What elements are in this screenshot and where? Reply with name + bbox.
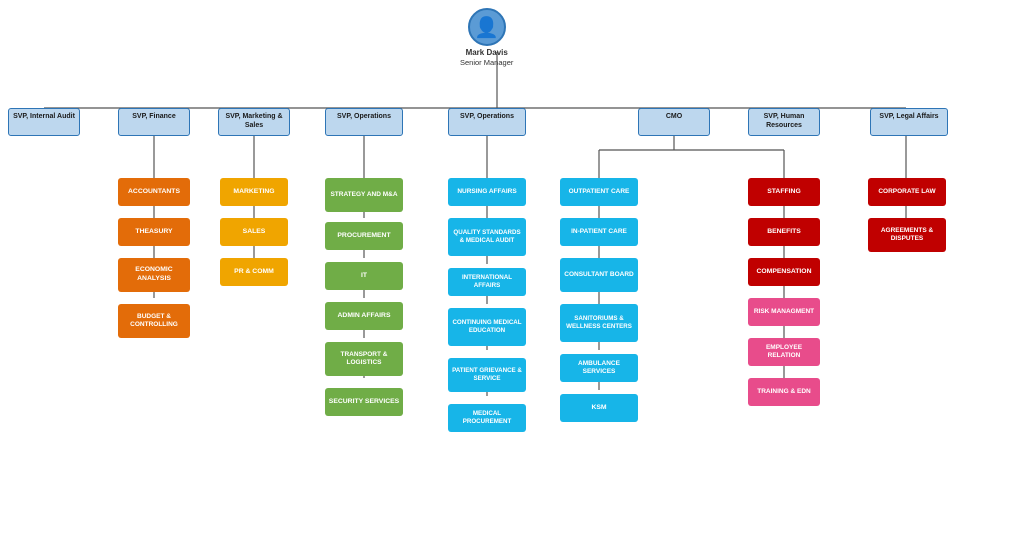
dept-budget-controlling: BUDGET & CONTROLLING xyxy=(118,304,190,338)
manager-title: Senior Manager xyxy=(460,58,513,68)
dept-patient-grievance: PATIENT GRIEVANCE & SERVICE xyxy=(448,358,526,392)
svp-ops1: SVP, Operations xyxy=(325,108,403,136)
dept-transport-logistics: TRANSPORT & LOGISTICS xyxy=(325,342,403,376)
dept-compensation: COMPENSATION xyxy=(748,258,820,286)
dept-quality-standards: QUALITY STANDARDS & MEDICAL AUDIT xyxy=(448,218,526,256)
svp-ops2: SVP, Operations xyxy=(448,108,526,136)
dept-medical-procurement: MEDICAL PROCUREMENT xyxy=(448,404,526,432)
top-label: Mark Davis Senior Manager xyxy=(460,48,513,68)
dept-strategy-ma: STRATEGY AND M&A xyxy=(325,178,403,212)
svp-finance: SVP, Finance xyxy=(118,108,190,136)
dept-staffing: STAFFING xyxy=(748,178,820,206)
dept-accountants: ACCOUNTANTS xyxy=(118,178,190,206)
dept-benefits: BENEFITS xyxy=(748,218,820,246)
manager-name: Mark Davis xyxy=(460,48,513,58)
svp-hr: SVP, Human Resources xyxy=(748,108,820,136)
dept-continuing-medical: CONTINUING MEDICAL EDUCATION xyxy=(448,308,526,346)
person-icon: 👤 xyxy=(474,15,499,40)
svp-marketing: SVP, Marketing & Sales xyxy=(218,108,290,136)
dept-pr-comm: PR & COMM xyxy=(220,258,288,286)
dept-it: IT xyxy=(325,262,403,290)
dept-outpatient-care: OUTPATIENT CARE xyxy=(560,178,638,206)
top-node: 👤 Mark Davis Senior Manager xyxy=(460,8,513,68)
avatar: 👤 xyxy=(468,8,506,46)
dept-procurement: PROCUREMENT xyxy=(325,222,403,250)
dept-agreements-disputes: AGREEMENTS & DISPUTES xyxy=(868,218,946,252)
svp-internal-audit: SVP, Internal Audit xyxy=(8,108,80,136)
dept-corporate-law: CORPORATE LAW xyxy=(868,178,946,206)
dept-consultant-board: CONSULTANT BOARD xyxy=(560,258,638,292)
dept-sales: SALES xyxy=(220,218,288,246)
dept-employee-relation: EMPLOYEE RELATION xyxy=(748,338,820,366)
dept-training-edn: TRAINING & EDN xyxy=(748,378,820,406)
dept-security-services: SECURITY SERVICES xyxy=(325,388,403,416)
dept-risk-managment: RISK MANAGMENT xyxy=(748,298,820,326)
svp-cmo: CMO xyxy=(638,108,710,136)
dept-marketing: MARKETING xyxy=(220,178,288,206)
dept-admin-affairs: ADMIN AFFAIRS xyxy=(325,302,403,330)
dept-ksm: KSM xyxy=(560,394,638,422)
dept-nursing-affairs: NURSING AFFAIRS xyxy=(448,178,526,206)
dept-economic-analysis: ECONOMIC ANALYSIS xyxy=(118,258,190,292)
dept-theasury: THEASURY xyxy=(118,218,190,246)
dept-ambulance-services: AMBULANCE SERVICES xyxy=(560,354,638,382)
svp-legal: SVP, Legal Affairs xyxy=(870,108,948,136)
dept-international-affairs: INTERNATIONAL AFFAIRS xyxy=(448,268,526,296)
org-chart: 👤 Mark Davis Senior Manager SVP, Interna… xyxy=(0,0,1024,546)
dept-sanitoriums: SANITORIUMS & WELLNESS CENTERS xyxy=(560,304,638,342)
dept-inpatient-care: IN-PATIENT CARE xyxy=(560,218,638,246)
